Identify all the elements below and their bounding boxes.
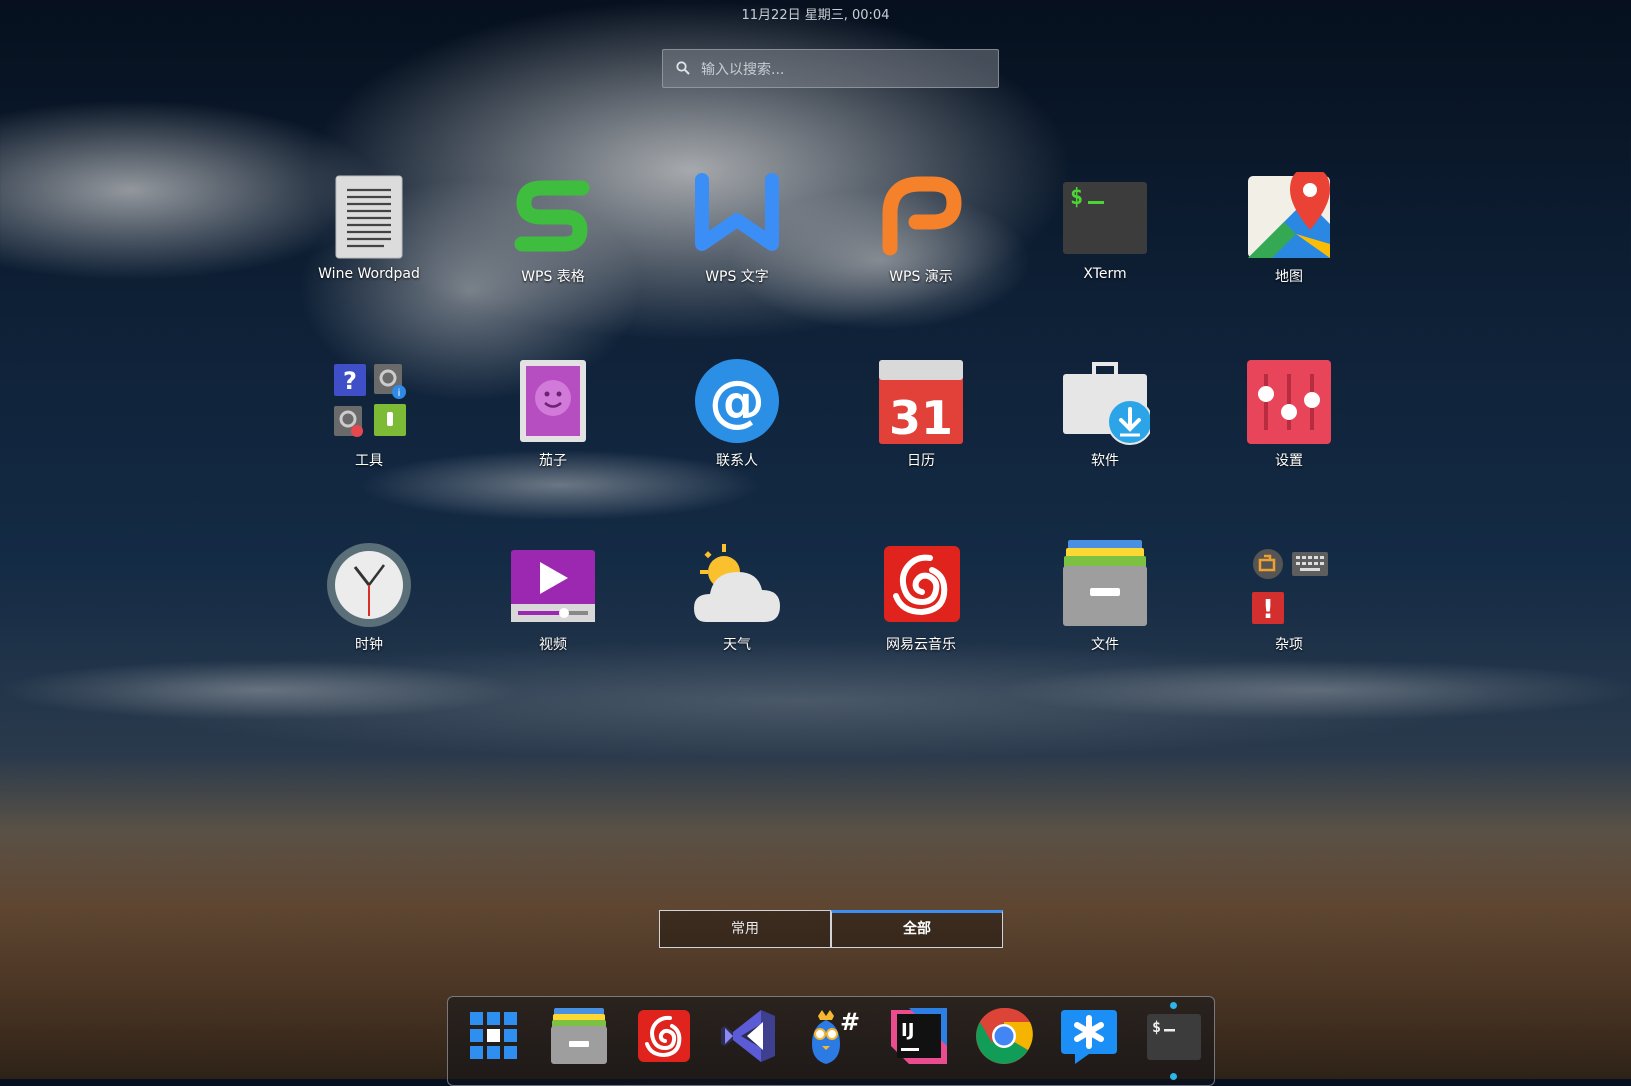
app-video[interactable]: 视频 [473,540,633,654]
wordpad-icon [335,175,403,259]
chrome-icon [976,1007,1033,1064]
app-label: 文件 [1091,637,1119,653]
app-calendar[interactable]: 31 日历 [841,356,1001,470]
contacts-icon: @ [695,359,779,443]
dock-vscode[interactable] [719,1006,779,1066]
app-label: 视频 [539,637,567,653]
clock[interactable]: 11月22日 星期三, 00:04 [0,4,1631,23]
tab-frequent[interactable]: 常用 [659,910,831,948]
app-label: WPS 演示 [889,269,953,285]
app-label: Wine Wordpad [318,266,420,282]
app-maps[interactable]: 地图 [1209,172,1369,286]
svg-text:IJ: IJ [901,1020,914,1041]
search-icon [676,61,690,75]
app-weather[interactable]: 天气 [657,540,817,654]
svg-text:i: i [398,388,401,399]
app-contacts[interactable]: @ 联系人 [657,356,817,470]
wps-presentation-icon [882,176,962,256]
running-indicator [1170,1002,1177,1009]
tools-folder-icon: ? i [334,364,406,437]
clock-icon [327,543,411,627]
dock-monodevelop[interactable]: # [804,1006,864,1066]
wps-spreadsheet-icon [514,180,590,252]
app-wps-presentation[interactable]: WPS 演示 [841,172,1001,286]
app-cheese[interactable]: 茄子 [473,356,633,470]
svg-text:?: ? [343,367,357,395]
app-tools-folder[interactable]: ? i 工具 [289,356,449,470]
app-label: XTerm [1083,266,1127,282]
svg-text:$: $ [1152,1018,1161,1036]
dock-netease-music[interactable] [634,1006,694,1066]
search-input[interactable] [699,50,993,89]
dock-intellij[interactable]: IJ [889,1006,949,1066]
svg-text:!: ! [1262,595,1274,625]
app-settings[interactable]: 设置 [1209,356,1369,470]
dock-show-apps[interactable] [464,1006,524,1066]
app-label: WPS 表格 [521,269,585,285]
misc-folder-icon: ! [1252,549,1328,625]
app-label: 设置 [1275,453,1303,469]
app-wps-writer[interactable]: WPS 文字 [657,172,817,286]
app-label: 日历 [907,453,935,469]
app-misc-folder[interactable]: ! 杂项 [1209,540,1369,654]
monodevelop-icon: # [812,1008,860,1064]
app-wps-spreadsheet[interactable]: WPS 表格 [473,172,633,286]
svg-text:#: # [840,1008,860,1036]
files-icon [551,1008,607,1064]
netease-music-icon [884,546,960,622]
tab-all[interactable]: 全部 [831,910,1003,948]
dock-files[interactable] [549,1006,609,1066]
app-label: 网易云音乐 [886,637,956,653]
app-software[interactable]: 软件 [1025,356,1185,470]
dock: # IJ $ [447,996,1215,1086]
app-label: 杂项 [1275,637,1303,653]
netease-music-icon [638,1010,690,1062]
app-label: 联系人 [716,453,758,469]
app-xterm[interactable]: $ XTerm [1025,172,1185,282]
terminal-icon: $ [1147,1014,1201,1060]
app-label: 天气 [723,637,751,653]
svg-text:$: $ [1070,185,1083,210]
cheese-icon [520,360,586,442]
search-box[interactable] [662,49,999,89]
files-icon [1063,540,1147,626]
app-clock[interactable]: 时钟 [289,540,449,654]
settings-icon [1247,360,1331,444]
dingtalk-icon [1061,1010,1117,1064]
app-label: 茄子 [539,453,567,469]
software-icon [1063,362,1150,445]
app-label: 软件 [1091,453,1119,469]
app-netease-music[interactable]: 网易云音乐 [841,540,1001,654]
app-wine-wordpad[interactable]: Wine Wordpad [289,172,449,282]
app-label: WPS 文字 [705,269,769,285]
video-icon [511,550,595,622]
weather-icon [694,544,780,622]
dock-terminal[interactable]: $ [1144,1006,1204,1066]
svg-text:@: @ [709,369,765,434]
app-label: 工具 [355,453,383,469]
app-files[interactable]: 文件 [1025,540,1185,654]
wps-writer-icon [695,173,779,251]
category-switcher: 常用 全部 [659,910,1003,948]
terminal-icon: $ [1063,182,1147,254]
dock-chrome[interactable] [974,1006,1034,1066]
app-grid-icon [470,1012,517,1059]
app-label: 地图 [1275,269,1303,285]
maps-icon [1248,172,1330,258]
dock-dingtalk[interactable] [1059,1006,1119,1066]
calendar-icon: 31 [879,360,963,445]
intellij-icon: IJ [891,1008,947,1064]
vscode-icon [721,1010,775,1062]
calendar-day: 31 [889,391,953,445]
app-label: 时钟 [355,637,383,653]
